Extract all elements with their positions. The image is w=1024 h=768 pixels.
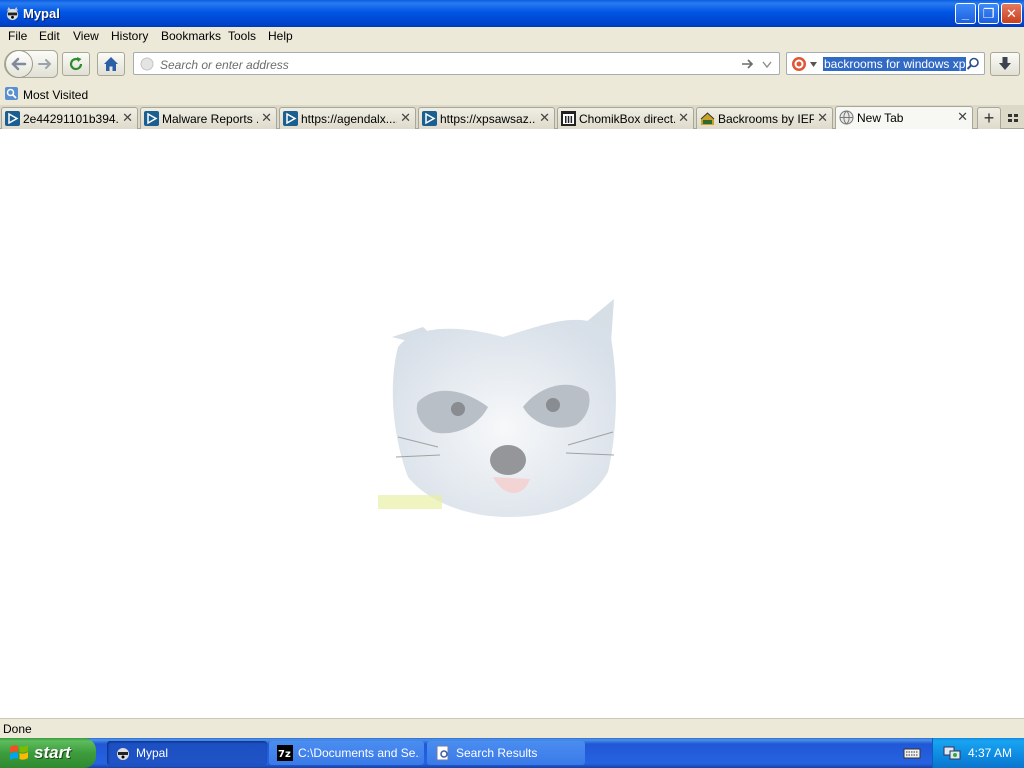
- play-icon: [422, 111, 437, 126]
- tab-close-button[interactable]: ✕: [400, 110, 411, 126]
- search-query[interactable]: backrooms for windows xp: [823, 57, 967, 71]
- back-arrow-icon: [11, 57, 27, 71]
- menu-view[interactable]: View: [73, 29, 99, 43]
- tab-label: ChomikBox direct...: [579, 112, 675, 126]
- house-icon: [700, 112, 715, 125]
- raccoon-app-icon: [6, 6, 19, 21]
- folder-bookmark-icon: [5, 87, 18, 100]
- bookmark-label: Most Visited: [23, 88, 89, 102]
- svg-text:7z: 7z: [278, 749, 291, 760]
- play-icon: [283, 111, 298, 126]
- bookmarks-toolbar: Most Visited: [0, 83, 1024, 105]
- tab-1[interactable]: 2e44291101b394... ✕: [1, 107, 138, 129]
- tab-close-button[interactable]: ✕: [122, 110, 133, 126]
- menu-tools[interactable]: Tools: [228, 29, 256, 43]
- tab-label: https://agendalx....: [301, 112, 397, 126]
- tab-label: Backrooms by IEP...: [718, 112, 814, 126]
- clock: 4:37 AM: [968, 746, 1013, 760]
- 7zip-icon: 7z: [277, 745, 293, 761]
- tab-close-button[interactable]: ✕: [261, 110, 272, 126]
- address-bar[interactable]: [133, 52, 780, 75]
- tab-label: Malware Reports ...: [162, 112, 258, 126]
- back-forward-group: [4, 50, 58, 78]
- taskbar-item-label: C:\Documents and Se...: [298, 746, 420, 760]
- forward-arrow-icon[interactable]: [37, 56, 53, 72]
- reload-icon: [69, 57, 83, 71]
- tab-label: New Tab: [857, 111, 904, 125]
- tab-label: https://xpsawsaz...: [440, 112, 536, 126]
- windows-logo-icon: [10, 745, 28, 760]
- menu-edit[interactable]: Edit: [39, 29, 60, 43]
- back-button[interactable]: [5, 50, 33, 78]
- menu-bar: File Edit View History Bookmarks Tools H…: [0, 27, 1024, 46]
- tab-close-button[interactable]: ✕: [957, 109, 968, 125]
- window-titlebar[interactable]: Mypal _ ❐ ✕: [0, 0, 1024, 27]
- system-tray: 4:37 AM: [932, 738, 1024, 768]
- tab-close-button[interactable]: ✕: [678, 110, 689, 126]
- raccoon-app-icon: [117, 748, 129, 760]
- downloads-button[interactable]: [990, 52, 1020, 76]
- engine-dropdown-icon[interactable]: [810, 62, 817, 67]
- keyboard-icon[interactable]: [903, 746, 921, 760]
- minimize-button[interactable]: _: [955, 3, 976, 24]
- play-icon: [144, 111, 159, 126]
- address-input[interactable]: [158, 55, 742, 74]
- bookmark-most-visited[interactable]: Most Visited: [4, 86, 88, 102]
- reload-button[interactable]: [62, 52, 90, 76]
- tab-close-button[interactable]: ✕: [539, 110, 550, 126]
- tab-2[interactable]: Malware Reports ... ✕: [140, 107, 277, 129]
- tab-label: 2e44291101b394...: [23, 112, 119, 126]
- list-all-tabs-icon[interactable]: [1006, 111, 1020, 125]
- home-button[interactable]: [97, 52, 125, 76]
- menu-file[interactable]: File: [8, 29, 27, 43]
- windows-taskbar: start Mypal 7z C:\Documents and Se... Se…: [0, 738, 1024, 768]
- taskbar-item-search-results[interactable]: Search Results: [427, 741, 585, 765]
- bank-icon: [561, 111, 576, 126]
- tab-4[interactable]: https://xpsawsaz... ✕: [418, 107, 555, 129]
- search-engine-icon[interactable]: [791, 56, 807, 72]
- history-dropdown-icon[interactable]: [762, 61, 772, 68]
- tab-close-button[interactable]: ✕: [817, 110, 828, 126]
- tab-3[interactable]: https://agendalx.... ✕: [279, 107, 416, 129]
- page-content: [0, 129, 1024, 718]
- go-arrow-icon[interactable]: [741, 58, 755, 70]
- search-bar[interactable]: backrooms for windows xp: [786, 52, 985, 75]
- taskbar-item-label: Search Results: [456, 746, 538, 760]
- tab-new-tab[interactable]: New Tab ✕: [835, 106, 973, 130]
- new-tab-button[interactable]: +: [977, 107, 1001, 129]
- taskbar-item-mypal[interactable]: Mypal: [107, 741, 267, 765]
- tab-5[interactable]: ChomikBox direct... ✕: [557, 107, 694, 129]
- taskbar-item-label: Mypal: [136, 746, 169, 760]
- status-text: Done: [3, 722, 32, 736]
- window-title: Mypal: [23, 6, 60, 21]
- menu-history[interactable]: History: [111, 29, 148, 43]
- search-icon[interactable]: [966, 57, 980, 71]
- tab-strip: 2e44291101b394... ✕ Malware Reports ... …: [0, 105, 1024, 130]
- close-window-button[interactable]: ✕: [1001, 3, 1022, 24]
- start-button[interactable]: start: [0, 738, 96, 768]
- identity-icon: [140, 57, 154, 71]
- download-icon: [999, 57, 1011, 70]
- globe-icon: [839, 110, 854, 125]
- navigation-toolbar: backrooms for windows xp: [0, 46, 1024, 83]
- menu-help[interactable]: Help: [268, 29, 293, 43]
- search-results-icon: [436, 745, 449, 761]
- play-icon: [5, 111, 20, 126]
- start-label: start: [34, 743, 71, 762]
- taskbar-item-7zip[interactable]: 7z C:\Documents and Se...: [269, 741, 424, 765]
- home-icon: [104, 57, 118, 71]
- status-bar: Done: [0, 718, 1024, 738]
- network-icon[interactable]: [943, 745, 961, 761]
- raccoon-logo: [378, 299, 616, 517]
- restore-button[interactable]: ❐: [978, 3, 999, 24]
- menu-bookmarks[interactable]: Bookmarks: [161, 29, 221, 43]
- tab-6[interactable]: Backrooms by IEP... ✕: [696, 107, 833, 129]
